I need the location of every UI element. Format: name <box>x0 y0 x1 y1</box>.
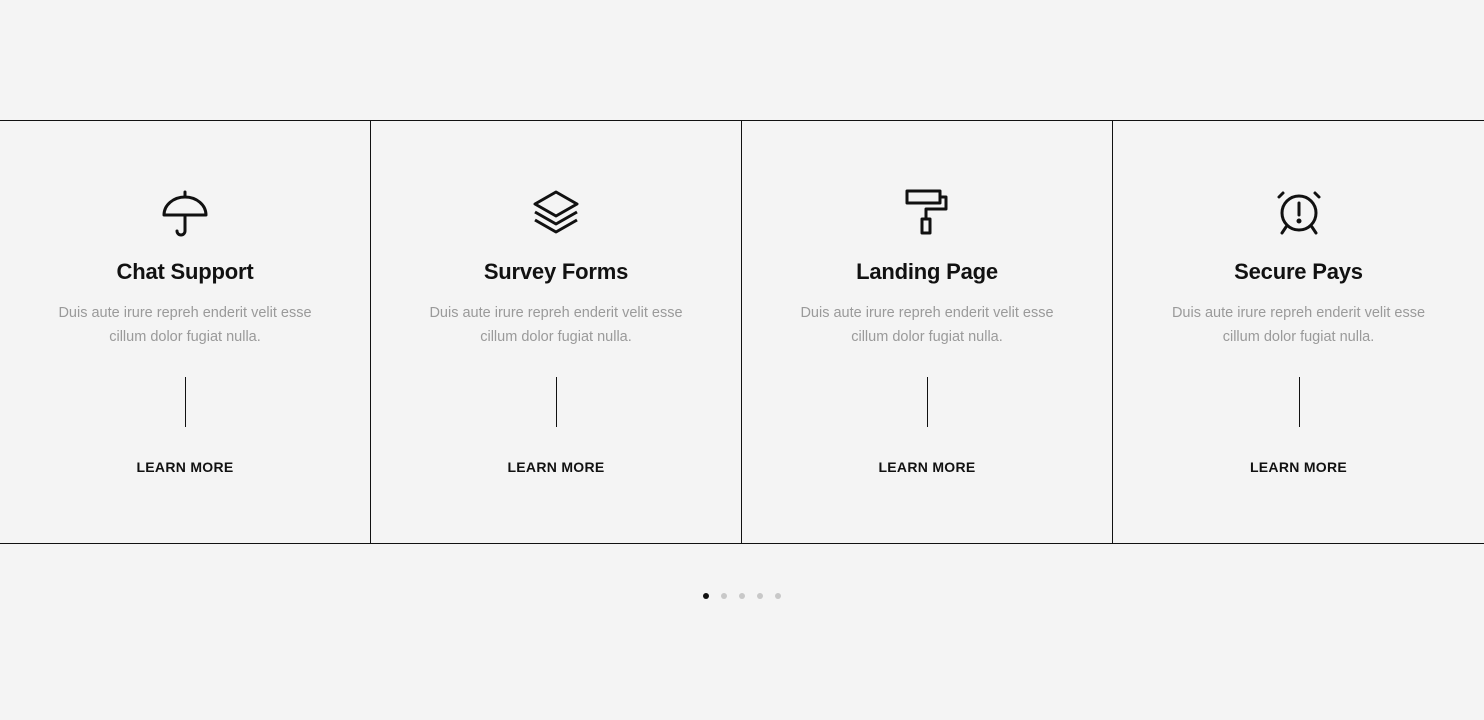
learn-more-link[interactable]: LEARN MORE <box>0 459 370 475</box>
pagination-dot[interactable] <box>703 593 709 599</box>
learn-more-link[interactable]: LEARN MORE <box>371 459 741 475</box>
umbrella-icon <box>160 188 210 238</box>
card-title: Secure Pays <box>1234 259 1363 284</box>
card-description: Duis aute irure repreh enderit velit ess… <box>1171 305 1426 345</box>
card-title: Landing Page <box>856 259 998 284</box>
services-slider: Chat Support Duis aute irure repreh ende… <box>0 120 1484 544</box>
divider-line <box>185 377 186 427</box>
pagination-dot[interactable] <box>757 593 763 599</box>
divider-line <box>1298 377 1300 427</box>
card-title: Survey Forms <box>483 259 629 284</box>
card-title: Chat Support <box>116 259 254 284</box>
service-card-chat-support[interactable]: Chat Support Duis aute irure repreh ende… <box>0 121 371 543</box>
paint-roller-icon <box>902 188 952 238</box>
pagination-dot[interactable] <box>721 593 727 599</box>
divider-line <box>556 377 557 427</box>
slider-pagination <box>0 593 1484 599</box>
card-description: Duis aute irure repreh enderit velit ess… <box>58 305 312 345</box>
service-card-landing-page[interactable]: Landing Page Duis aute irure repreh ende… <box>742 121 1113 543</box>
alarm-clock-icon <box>1274 188 1324 238</box>
card-description: Duis aute irure repreh enderit velit ess… <box>800 305 1054 345</box>
pagination-dot[interactable] <box>739 593 745 599</box>
service-card-secure-pays[interactable]: Secure Pays Duis aute irure repreh ender… <box>1113 121 1484 543</box>
learn-more-link[interactable]: LEARN MORE <box>742 459 1112 475</box>
divider-line <box>927 377 928 427</box>
service-card-survey-forms[interactable]: Survey Forms Duis aute irure repreh ende… <box>371 121 742 543</box>
learn-more-link[interactable]: LEARN MORE <box>1113 459 1484 475</box>
pagination-dot[interactable] <box>775 593 781 599</box>
layers-icon <box>531 188 581 238</box>
card-description: Duis aute irure repreh enderit velit ess… <box>429 305 683 345</box>
